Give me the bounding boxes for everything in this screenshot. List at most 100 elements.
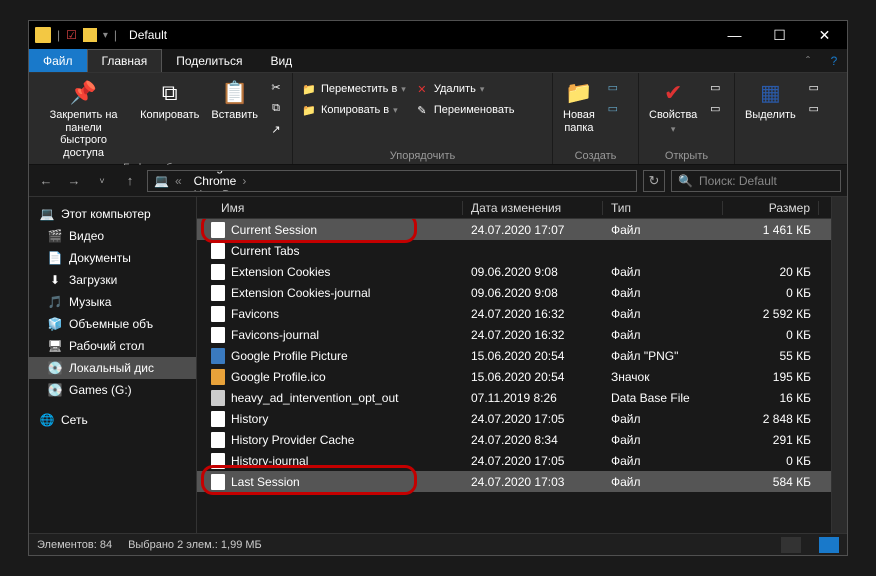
breadcrumb-segment[interactable]: User Data › <box>188 188 264 192</box>
nav-tree[interactable]: 💻Этот компьютер 🎬Видео📄Документы⬇Загрузк… <box>29 197 197 533</box>
nav-item[interactable]: ⬇Загрузки <box>29 269 196 291</box>
search-input[interactable]: 🔍 Поиск: Default <box>671 170 841 192</box>
invert-selection-button[interactable]: ▭ <box>802 98 826 118</box>
chevron-down-icon: ▾ <box>393 105 398 116</box>
nav-item-icon: 🖥 <box>47 338 63 354</box>
table-row[interactable]: Current Session24.07.2020 17:07Файл1 461… <box>197 219 831 240</box>
moveto-button[interactable]: 📁Переместить в▾ <box>297 79 410 99</box>
nav-history-dropdown[interactable]: ˅ <box>91 170 113 192</box>
tab-home[interactable]: Главная <box>87 49 163 72</box>
col-type[interactable]: Тип <box>603 201 723 215</box>
address-bar: ← → ˅ ↑ 💻« Local ›Google ›Chrome ›User D… <box>29 165 847 197</box>
nav-item[interactable]: 💽Games (G:) <box>29 379 196 401</box>
pin-icon: 📌 <box>70 79 98 107</box>
nav-up-button[interactable]: ↑ <box>119 170 141 192</box>
cut-button[interactable]: ✂ <box>264 77 288 97</box>
open-button[interactable]: ▭ <box>703 77 727 97</box>
rename-button[interactable]: ✎Переименовать <box>410 100 519 120</box>
qat-dropdown-icon[interactable]: ▾ <box>103 30 108 41</box>
copyto-icon: 📁 <box>301 102 317 118</box>
breadcrumb-segment[interactable]: Chrome › <box>188 174 264 188</box>
col-size[interactable]: Размер <box>723 201 819 215</box>
table-row[interactable]: heavy_ad_intervention_opt_out07.11.2019 … <box>197 387 831 408</box>
nav-back-button[interactable]: ← <box>35 170 57 192</box>
edit-button[interactable]: ▭ <box>703 98 727 118</box>
select-none-button[interactable]: ▭ <box>802 77 826 97</box>
nav-item[interactable]: 💽Локальный дис <box>29 357 196 379</box>
refresh-button[interactable]: ↻ <box>643 170 665 192</box>
moveto-icon: 📁 <box>301 81 317 97</box>
nav-item[interactable]: 🧊Объемные объ <box>29 313 196 335</box>
nav-network[interactable]: 🌐Сеть <box>29 409 196 431</box>
nav-item[interactable]: 🎵Музыка <box>29 291 196 313</box>
chevron-down-icon: ▾ <box>480 84 485 95</box>
file-icon <box>211 474 225 490</box>
nav-item[interactable]: 🎬Видео <box>29 225 196 247</box>
nav-item-icon: ⬇ <box>47 272 63 288</box>
column-headers[interactable]: Имя Дата изменения Тип Размер <box>197 197 831 219</box>
delete-button[interactable]: ✕Удалить▾ <box>410 79 519 99</box>
ribbon-collapse-icon[interactable]: ˆ <box>795 49 821 72</box>
new-item-button[interactable]: ▭ <box>601 77 625 97</box>
minimize-button[interactable]: — <box>712 21 757 49</box>
view-large-button[interactable] <box>819 537 839 553</box>
table-row[interactable]: Google Profile.ico15.06.2020 20:54Значок… <box>197 366 831 387</box>
copyto-button[interactable]: 📁Копировать в▾ <box>297 100 410 120</box>
chevron-down-icon: ▾ <box>671 124 676 134</box>
search-placeholder: Поиск: Default <box>699 174 777 188</box>
maximize-button[interactable]: ☐ <box>757 21 802 49</box>
nav-this-pc[interactable]: 💻Этот компьютер <box>29 203 196 225</box>
table-row[interactable]: Extension Cookies-journal09.06.2020 9:08… <box>197 282 831 303</box>
chevron-down-icon: ▾ <box>401 84 406 95</box>
paste-button[interactable]: 📋 Вставить <box>205 75 264 122</box>
open-icon: ▭ <box>707 79 723 95</box>
table-row[interactable]: Last Session24.07.2020 17:03Файл584 КБ <box>197 471 831 492</box>
network-icon: 🌐 <box>39 412 55 428</box>
qat-item-icon[interactable] <box>83 28 97 42</box>
copy-button[interactable]: ⧉ Копировать <box>134 75 205 122</box>
qat-sep: | <box>57 28 60 42</box>
select-all-button[interactable]: ▦ Выделить <box>739 75 802 122</box>
help-icon[interactable]: ? <box>821 49 847 72</box>
copypath-button[interactable]: ⧉ <box>264 98 288 118</box>
delete-icon: ✕ <box>414 81 430 97</box>
tab-share[interactable]: Поделиться <box>162 49 256 72</box>
nav-item-icon: 💽 <box>47 382 63 398</box>
table-row[interactable]: History24.07.2020 17:05Файл2 848 КБ <box>197 408 831 429</box>
table-row[interactable]: Google Profile Picture15.06.2020 20:54Фа… <box>197 345 831 366</box>
table-row[interactable]: Favicons24.07.2020 16:32Файл2 592 КБ <box>197 303 831 324</box>
nav-item[interactable]: 🖥Рабочий стол <box>29 335 196 357</box>
nav-forward-button[interactable]: → <box>63 170 85 192</box>
file-icon <box>211 264 225 280</box>
qat-check-icon[interactable]: ☑ <box>66 28 77 42</box>
group-open-caption: Открыть <box>643 148 730 164</box>
paste-shortcut-button[interactable]: ↗ <box>264 119 288 139</box>
easy-access-button[interactable]: ▭ <box>601 98 625 118</box>
table-row[interactable]: Current Tabs <box>197 240 831 261</box>
table-row[interactable]: History-journal24.07.2020 17:05Файл0 КБ <box>197 450 831 471</box>
col-name[interactable]: Имя <box>197 201 463 215</box>
table-row[interactable]: Extension Cookies09.06.2020 9:08Файл20 К… <box>197 261 831 282</box>
properties-button[interactable]: ✔ Свойства ▾ <box>643 75 703 134</box>
new-folder-button[interactable]: 📁 Новая папка <box>557 75 601 134</box>
col-date[interactable]: Дата изменения <box>463 201 603 215</box>
table-row[interactable]: Favicons-journal24.07.2020 16:32Файл0 КБ <box>197 324 831 345</box>
tab-file[interactable]: Файл <box>29 49 87 72</box>
pin-quickaccess-button[interactable]: 📌 Закрепить на панели быстрого доступа <box>33 75 134 160</box>
table-row[interactable]: History Provider Cache24.07.2020 8:34Фай… <box>197 429 831 450</box>
breadcrumb[interactable]: 💻« Local ›Google ›Chrome ›User Data ›Def… <box>147 170 637 192</box>
new-item-icon: ▭ <box>605 79 621 95</box>
close-button[interactable]: ✕ <box>802 21 847 49</box>
pc-icon: 💻 <box>39 206 55 222</box>
scrollbar[interactable] <box>831 197 847 533</box>
edit-icon: ▭ <box>707 100 723 116</box>
window-title: Default <box>123 28 712 42</box>
group-organize-caption: Упорядочить <box>297 148 548 164</box>
tab-view[interactable]: Вид <box>256 49 306 72</box>
nav-item[interactable]: 📄Документы <box>29 247 196 269</box>
nav-item-icon: 📄 <box>47 250 63 266</box>
folder-icon <box>35 27 51 43</box>
view-details-button[interactable] <box>781 537 801 553</box>
copy-icon: ⧉ <box>156 79 184 107</box>
select-icon: ▦ <box>756 79 784 107</box>
